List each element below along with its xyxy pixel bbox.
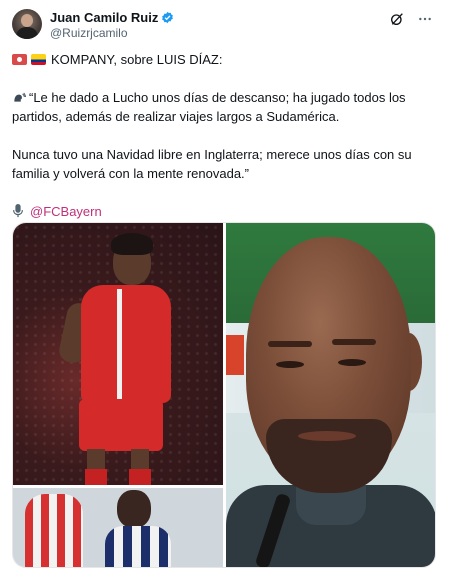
author-handle[interactable]: @Ruizrjcamilo xyxy=(50,26,128,40)
player-photo[interactable] xyxy=(13,223,223,485)
avatar-head xyxy=(21,14,33,27)
tweet-actions xyxy=(389,11,433,27)
fcbayern-mention-link[interactable]: @FCBayern xyxy=(30,204,102,219)
colombia-flag-icon xyxy=(31,54,46,65)
tweet-headline-line: KOMPANY, sobre LUIS DÍAZ: xyxy=(12,50,437,69)
tweet-text: KOMPANY, sobre LUIS DÍAZ: “Le he dado a … xyxy=(12,50,437,221)
tweet-media-grid xyxy=(12,222,436,568)
tweet-headline: KOMPANY, sobre LUIS DÍAZ: xyxy=(51,52,223,67)
microphone-icon xyxy=(13,204,23,218)
quote-text-1: “Le he dado a Lucho unos días de descans… xyxy=(29,90,406,105)
coach-photo[interactable] xyxy=(226,223,435,567)
author-name-row[interactable]: Juan Camilo Ruiz xyxy=(50,10,174,25)
more-dots-icon[interactable] xyxy=(417,11,433,27)
tweet-source-line: @FCBayern xyxy=(12,202,437,221)
tweet-quote-line-4: familia y volverá con la mente renovada.… xyxy=(12,166,250,181)
author-display-name[interactable]: Juan Camilo Ruiz xyxy=(50,10,158,25)
tweet-quote-line-3: Nunca tuvo una Navidad libre en Inglater… xyxy=(12,147,412,162)
avatar-body xyxy=(16,27,38,39)
grok-icon[interactable] xyxy=(389,11,405,27)
verified-badge-icon xyxy=(162,11,174,24)
tweet-quote-line-2: partidos, además de realizar viajes larg… xyxy=(12,109,340,124)
speaking-head-icon xyxy=(14,92,26,102)
japan-flag-icon xyxy=(12,54,27,65)
author-avatar[interactable] xyxy=(12,9,42,39)
tweet-quote-line-1: “Le he dado a Lucho unos días de descans… xyxy=(12,88,437,107)
players-photo[interactable] xyxy=(13,488,223,567)
tweet-header: Juan Camilo Ruiz @Ruizrjcamilo xyxy=(12,8,437,42)
